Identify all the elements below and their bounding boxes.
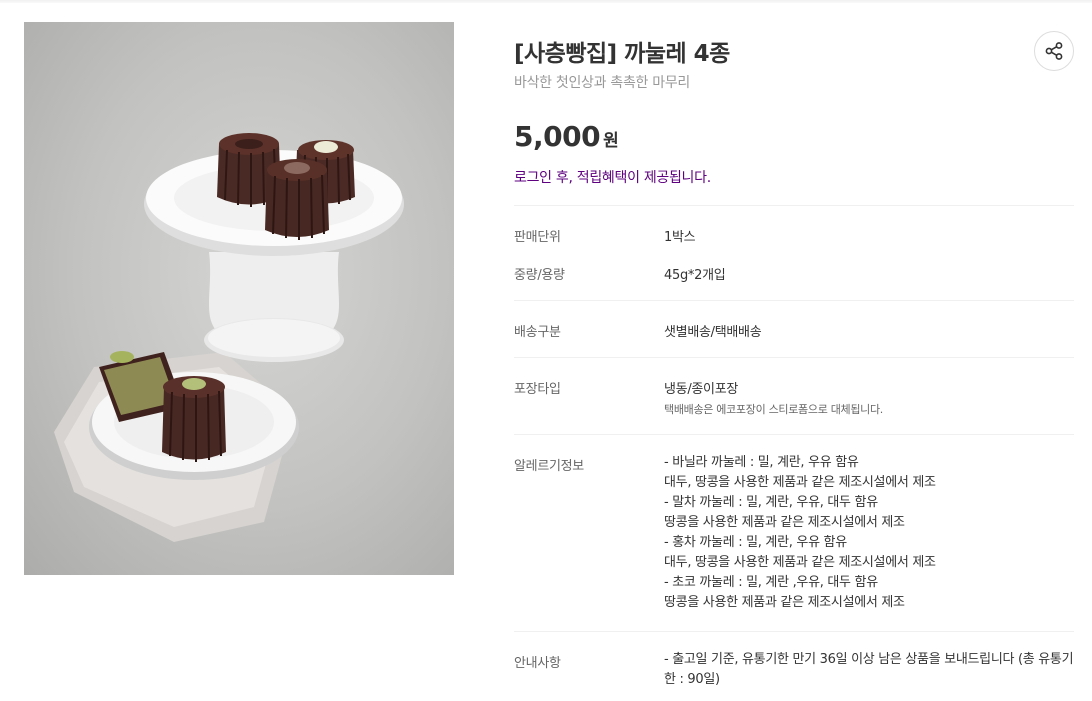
allergy-line: - 바닐라 까눌레 : 밀, 계란, 우유 함유 — [664, 455, 859, 470]
product-subtitle: 바삭한 첫인상과 촉촉한 마무리 — [514, 75, 690, 91]
allergy-info: - 바닐라 까눌레 : 밀, 계란, 우유 함유 대두, 땅콩을 사용한 제품과… — [664, 453, 936, 613]
allergy-line: - 홍차 까눌레 : 밀, 계란, 우유 함유 — [664, 535, 847, 550]
allergy-line: - 말차 까눌레 : 밀, 계란, 우유, 대두 함유 — [664, 495, 878, 510]
divider — [514, 205, 1074, 206]
divider — [514, 434, 1074, 435]
product-title: [사층빵집] 까눌레 4종 — [514, 41, 730, 67]
share-icon — [1045, 42, 1063, 60]
unit-value: 1박스 — [664, 230, 696, 245]
product-image — [24, 22, 454, 575]
allergy-line: 땅콩을 사용한 제품과 같은 제조시설에서 제조 — [664, 515, 905, 530]
delivery-label: 배송구분 — [514, 325, 561, 340]
divider — [514, 357, 1074, 358]
guide-label: 안내사항 — [514, 656, 561, 671]
weight-label: 중량/용량 — [514, 268, 565, 283]
login-benefit-notice: 로그인 후, 적립혜택이 제공됩니다. — [514, 170, 711, 186]
divider — [514, 631, 1074, 632]
allergy-line: 땅콩을 사용한 제품과 같은 제조시설에서 제조 — [664, 595, 905, 610]
allergy-line: 대두, 땅콩을 사용한 제품과 같은 제조시설에서 제조 — [664, 475, 936, 490]
price-amount: 5,000 — [514, 120, 601, 153]
allergy-line: - 초코 까눌레 : 밀, 계란 ,우유, 대두 함유 — [664, 575, 878, 590]
price-unit: 원 — [603, 131, 619, 151]
delivery-value: 샛별배송/택배배송 — [664, 325, 762, 340]
share-button[interactable] — [1034, 31, 1074, 71]
unit-label: 판매단위 — [514, 230, 561, 245]
packaging-note: 택배배송은 에코포장이 스티로폼으로 대체됩니다. — [664, 403, 884, 416]
divider — [514, 300, 1074, 301]
allergy-line: 대두, 땅콩을 사용한 제품과 같은 제조시설에서 제조 — [664, 555, 936, 570]
weight-value: 45g*2개입 — [664, 268, 726, 283]
top-divider — [0, 0, 1092, 3]
price: 5,000 원 — [514, 120, 619, 153]
packaging-label: 포장타입 — [514, 382, 561, 397]
packaging-value: 냉동/종이포장 — [664, 382, 739, 397]
allergy-label: 알레르기정보 — [514, 459, 584, 474]
guide-value: - 출고일 기준, 유통기한 만기 36일 이상 남은 상품을 보내드립니다 (… — [664, 652, 1074, 687]
